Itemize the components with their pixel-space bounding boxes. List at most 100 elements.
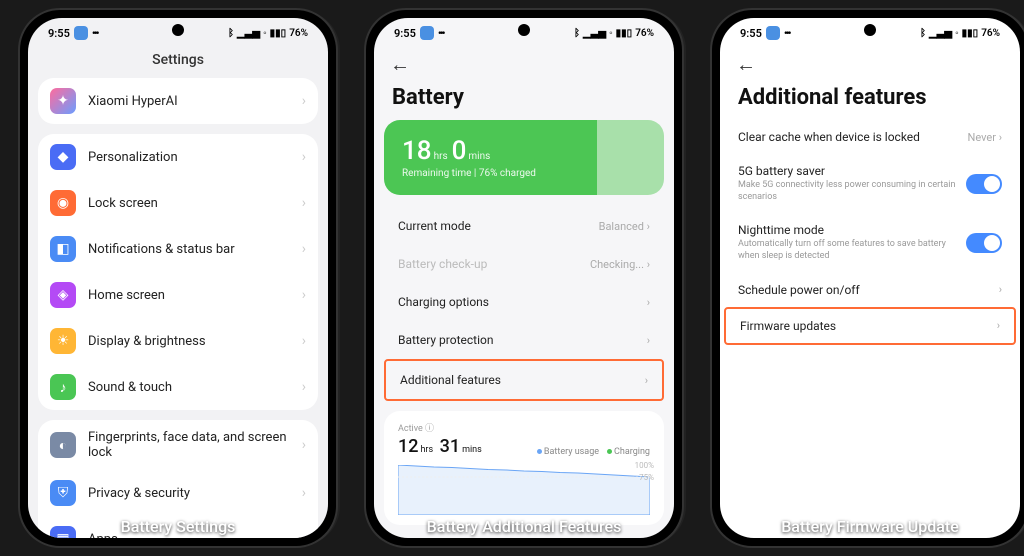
chart-legend: Battery usage Charging — [537, 447, 650, 457]
bluetooth-icon: ᛒ — [228, 28, 234, 39]
settings-row[interactable]: ⛨Privacy & security› — [38, 470, 318, 516]
row-title: 5G battery saver — [738, 164, 966, 178]
toggle-switch[interactable] — [966, 174, 1002, 194]
row-icon: ◧ — [50, 236, 76, 262]
settings-row[interactable]: ☀Display & brightness› — [38, 318, 318, 364]
signal-icon: ▁▃▅ — [929, 28, 952, 39]
remaining-subtitle: Remaining time | 76% charged — [402, 168, 646, 179]
chevron-right-icon: › — [302, 437, 306, 453]
feature-row[interactable]: Firmware updates › — [724, 307, 1016, 345]
status-battery-pct: 76% — [289, 28, 308, 39]
status-time: 9:55 — [48, 27, 70, 40]
settings-row[interactable]: ♪Sound & touch› — [38, 364, 318, 410]
battery-icon: ▮▮▯ — [962, 28, 979, 39]
settings-row[interactable]: ◐Fingerprints, face data, and screen loc… — [38, 420, 318, 470]
chart-card[interactable]: Active ⓘ 12hrs 31mins Battery usage Char… — [384, 411, 664, 525]
battery-row[interactable]: Battery check-upChecking... › — [384, 245, 664, 283]
chevron-right-icon: › — [302, 149, 306, 165]
chevron-right-icon: › — [302, 93, 306, 109]
row-value: › — [999, 283, 1002, 296]
row-title: Clear cache when device is locked — [738, 130, 968, 144]
row-value: › — [997, 319, 1000, 332]
battery-tile[interactable]: 18hrs0mins Remaining time | 76% charged — [384, 120, 664, 195]
hyperai-icon: ✦ — [57, 93, 69, 109]
row-label: Privacy & security — [88, 486, 302, 501]
status-battery-pct: 76% — [981, 28, 1000, 39]
status-time: 9:55 — [740, 27, 762, 40]
row-label: Current mode — [398, 219, 471, 233]
row-label: Personalization — [88, 150, 302, 165]
battery-row[interactable]: Battery protection › — [384, 321, 664, 359]
battery-row[interactable]: Current mode Balanced › — [384, 207, 664, 245]
bluetooth-icon: ᛒ — [920, 28, 926, 39]
y-tick-75: 75% — [639, 473, 654, 482]
chart-label: Active ⓘ — [398, 421, 650, 434]
chevron-right-icon: › — [302, 195, 306, 211]
row-icon: ☀ — [50, 328, 76, 354]
chevron-right-icon: › — [302, 333, 306, 349]
phone-battery: 9:55••• ᛒ▁▃▅◦▮▮▯76% ← Battery 18hrs0mins… — [366, 10, 682, 546]
more-icon: ••• — [784, 27, 790, 40]
signal-icon: ▁▃▅ — [583, 28, 606, 39]
row-label: Xiaomi HyperAI — [88, 94, 302, 109]
more-icon: ••• — [438, 27, 444, 40]
legend-dot-battery — [537, 449, 542, 454]
row-icon: ◉ — [50, 190, 76, 216]
remaining-time: 18hrs0mins — [402, 136, 646, 166]
message-icon — [766, 26, 780, 40]
feature-row[interactable]: Clear cache when device is lockedNever › — [724, 120, 1016, 154]
y-tick-100: 100% — [635, 461, 654, 470]
message-icon — [420, 26, 434, 40]
row-icon: ▦ — [50, 526, 76, 538]
settings-row[interactable]: ◧ Notifications & status bar› — [38, 226, 318, 272]
row-icon: ♪ — [50, 374, 76, 400]
row-label: Additional features — [400, 373, 501, 387]
battery-chart: 100% 75% — [398, 465, 650, 515]
row-value: › — [647, 334, 650, 347]
camera-notch — [172, 24, 184, 36]
message-icon — [74, 26, 88, 40]
row-subtitle: Make 5G connectivity less power consumin… — [738, 180, 966, 203]
status-battery-pct: 76% — [635, 28, 654, 39]
battery-row[interactable]: Charging options › — [384, 283, 664, 321]
settings-row[interactable]: ◉Lock screen› — [38, 180, 318, 226]
row-hyperai[interactable]: ✦ Xiaomi HyperAI › — [38, 78, 318, 124]
camera-notch — [518, 24, 530, 36]
row-label: Home screen — [88, 288, 302, 303]
row-label: Charging options — [398, 295, 489, 309]
phone-additional: 9:55••• ᛒ▁▃▅◦▮▮▯76% ← Additional feature… — [712, 10, 1024, 546]
settings-row[interactable]: ◈Home screen› — [38, 272, 318, 318]
chevron-right-icon: › — [302, 241, 306, 257]
row-title: Firmware updates — [740, 319, 997, 333]
back-button[interactable]: ← — [390, 52, 658, 77]
row-value: Balanced › — [599, 220, 650, 233]
chevron-right-icon: › — [997, 319, 1000, 332]
settings-row[interactable]: ◆Personalization› — [38, 134, 318, 180]
row-value: › — [645, 374, 648, 387]
battery-icon: ▮▮▯ — [270, 28, 287, 39]
settings-row[interactable]: ▦ Apps› — [38, 516, 318, 538]
row-label: Notifications & status bar — [88, 242, 302, 257]
toggle-switch[interactable] — [966, 233, 1002, 253]
signal-icon: ▁▃▅ — [237, 28, 260, 39]
row-label: Apps — [88, 532, 302, 539]
legend-dot-charging — [607, 449, 612, 454]
feature-row[interactable]: Nighttime modeAutomatically turn off som… — [724, 213, 1016, 272]
feature-row[interactable]: Schedule power on/off › — [724, 273, 1016, 307]
phone-settings: 9:55••• ᛒ▁▃▅◦▮▮▯76% Settings ✦ Xiaomi Hy… — [20, 10, 336, 546]
row-icon: ⛨ — [50, 480, 76, 506]
page-title: Additional features — [736, 85, 1004, 110]
status-time: 9:55 — [394, 27, 416, 40]
row-title: Nighttime mode — [738, 223, 966, 237]
battery-icon: ▮▮▯ — [616, 28, 633, 39]
row-title: Schedule power on/off — [738, 283, 999, 297]
bluetooth-icon: ᛒ — [574, 28, 580, 39]
back-button[interactable]: ← — [736, 52, 1004, 77]
battery-row[interactable]: Additional features › — [384, 359, 664, 401]
feature-row[interactable]: 5G battery saver Make 5G connectivity les… — [724, 154, 1016, 213]
row-label: Battery protection — [398, 333, 493, 347]
chevron-right-icon: › — [302, 531, 306, 538]
wifi-icon: ◦ — [609, 28, 613, 39]
wifi-icon: ◦ — [263, 28, 267, 39]
camera-notch — [864, 24, 876, 36]
